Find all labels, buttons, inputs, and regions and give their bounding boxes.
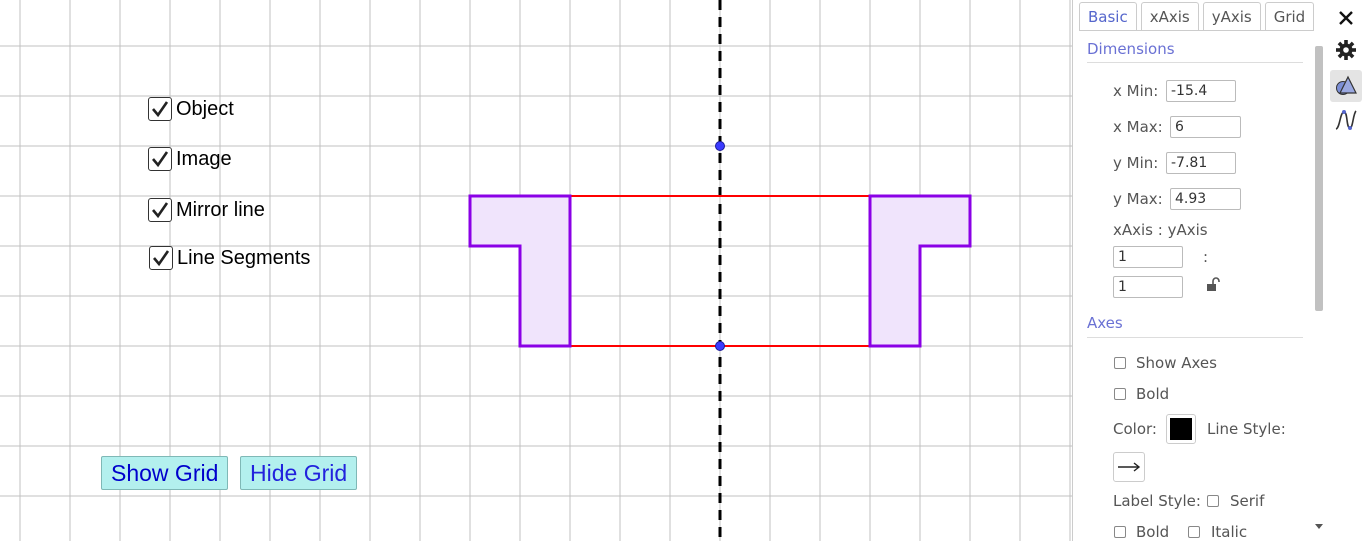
gear-icon[interactable] bbox=[1330, 34, 1362, 66]
checkbox-line-segments[interactable]: Line Segments bbox=[149, 246, 310, 270]
italic-checkbox[interactable] bbox=[1188, 526, 1200, 538]
mirror-point-top[interactable] bbox=[715, 141, 725, 151]
checkmark-icon[interactable] bbox=[148, 97, 172, 121]
hide-grid-button[interactable]: Hide Grid bbox=[240, 456, 358, 490]
arrow-right-icon bbox=[1118, 462, 1141, 472]
dimensions-heading: Dimensions bbox=[1087, 40, 1175, 58]
color-swatch bbox=[1170, 418, 1192, 440]
axes-heading: Axes bbox=[1087, 314, 1123, 332]
ymax-field[interactable] bbox=[1170, 188, 1241, 210]
xmin-field[interactable] bbox=[1166, 80, 1236, 102]
side-toolbar bbox=[1326, 0, 1366, 541]
xmax-field[interactable] bbox=[1170, 116, 1241, 138]
checkbox-image-label: Image bbox=[176, 147, 232, 170]
xmax-label: x Max: bbox=[1113, 118, 1163, 136]
graphics-view[interactable]: Object Image Mirror line Line Segments S… bbox=[0, 0, 1072, 541]
graphics-view-icon[interactable] bbox=[1330, 70, 1362, 102]
color-swatch-button[interactable] bbox=[1166, 414, 1196, 444]
image-shape[interactable] bbox=[868, 194, 972, 348]
label-bold-checkbox[interactable] bbox=[1114, 526, 1126, 538]
panel-tabs: Basic xAxis yAxis Grid bbox=[1079, 2, 1315, 30]
line-style-label: Line Style: bbox=[1207, 420, 1286, 438]
show-grid-button[interactable]: Show Grid bbox=[101, 456, 229, 490]
ratio-y-field[interactable] bbox=[1113, 276, 1183, 298]
tab-basic[interactable]: Basic bbox=[1079, 2, 1137, 30]
serif-label: Serif bbox=[1230, 492, 1265, 510]
ymax-label: y Max: bbox=[1113, 190, 1163, 208]
xmin-label: x Min: bbox=[1113, 82, 1159, 100]
line-style-button[interactable] bbox=[1113, 452, 1145, 482]
checkmark-icon[interactable] bbox=[148, 198, 172, 222]
checkmark-icon[interactable] bbox=[149, 246, 173, 270]
ymin-label: y Min: bbox=[1113, 154, 1159, 172]
checkbox-mirror-line-label: Mirror line bbox=[176, 198, 265, 221]
axis-ratio-label: xAxis : yAxis bbox=[1113, 221, 1208, 239]
panel-scrollbar[interactable] bbox=[1313, 34, 1325, 539]
object-shape[interactable] bbox=[468, 194, 572, 348]
checkmark-icon[interactable] bbox=[148, 147, 172, 171]
tab-yaxis[interactable]: yAxis bbox=[1202, 2, 1261, 30]
divider bbox=[1087, 62, 1303, 63]
checkbox-mirror-line[interactable]: Mirror line bbox=[148, 198, 265, 222]
show-axes-label: Show Axes bbox=[1136, 354, 1217, 372]
checkbox-object-label: Object bbox=[176, 97, 234, 120]
properties-panel: Basic xAxis yAxis Grid Dimensions x Min:… bbox=[1072, 0, 1326, 541]
italic-label: Italic bbox=[1211, 523, 1248, 541]
divider bbox=[1087, 337, 1303, 338]
checkbox-object[interactable]: Object bbox=[148, 97, 234, 121]
show-axes-checkbox[interactable] bbox=[1114, 357, 1126, 369]
ymin-field[interactable] bbox=[1166, 152, 1236, 174]
bold-checkbox[interactable] bbox=[1114, 388, 1126, 400]
tab-xaxis[interactable]: xAxis bbox=[1140, 2, 1199, 30]
tab-divider bbox=[1079, 30, 1314, 31]
close-icon[interactable] bbox=[1330, 2, 1362, 34]
label-style-label: Label Style: bbox=[1113, 492, 1201, 510]
ratio-x-field[interactable] bbox=[1113, 246, 1183, 268]
ratio-colon: : bbox=[1203, 248, 1209, 266]
tab-grid[interactable]: Grid bbox=[1264, 2, 1315, 30]
scroll-down-arrow-icon[interactable] bbox=[1315, 524, 1323, 529]
checkbox-image[interactable]: Image bbox=[148, 147, 232, 171]
function-graph-icon[interactable] bbox=[1330, 104, 1362, 136]
color-label: Color: bbox=[1113, 420, 1157, 438]
scrollbar-thumb[interactable] bbox=[1315, 46, 1323, 311]
mirror-point-bottom[interactable] bbox=[715, 341, 725, 351]
serif-checkbox[interactable] bbox=[1207, 495, 1219, 507]
label-bold-label: Bold bbox=[1136, 523, 1170, 541]
unlock-icon[interactable] bbox=[1205, 276, 1221, 296]
bold-label: Bold bbox=[1136, 385, 1170, 403]
checkbox-line-segments-label: Line Segments bbox=[177, 246, 311, 269]
